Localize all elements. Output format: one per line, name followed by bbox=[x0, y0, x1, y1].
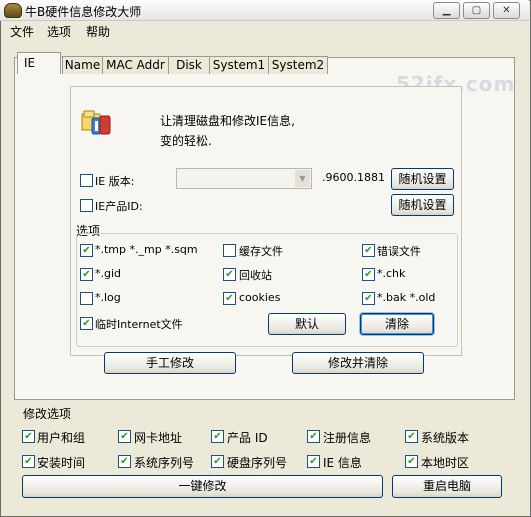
tab-disk[interactable]: Disk bbox=[168, 56, 210, 74]
option-checkbox[interactable]: ✔ bbox=[80, 268, 93, 281]
menu-options[interactable]: 选项 bbox=[47, 23, 71, 40]
modify-checkbox[interactable]: ✔ bbox=[118, 430, 131, 443]
modify-checkbox[interactable]: ✔ bbox=[307, 430, 320, 443]
modify-option-label: 用户和组 bbox=[37, 431, 86, 445]
option-label: *.log bbox=[95, 291, 121, 304]
menu-help[interactable]: 帮助 bbox=[86, 23, 110, 40]
close-button[interactable]: ✕ bbox=[493, 2, 520, 19]
modify-checkbox[interactable]: ✔ bbox=[307, 455, 320, 468]
tab-system1[interactable]: System1 bbox=[209, 56, 269, 74]
tab-ie[interactable]: IE bbox=[17, 52, 61, 74]
option-label: *.gid bbox=[95, 267, 122, 280]
option-checkbox[interactable]: ✔ bbox=[362, 244, 375, 257]
ie-version-label: IE 版本: bbox=[95, 175, 135, 188]
modify-options-label: 修改选项 bbox=[23, 407, 72, 421]
modify-checkbox[interactable]: ✔ bbox=[405, 455, 418, 468]
modify-and-clear-button[interactable]: 修改并清除 bbox=[292, 352, 424, 374]
restart-computer-button[interactable]: 重启电脑 bbox=[392, 475, 502, 498]
minimize-button[interactable]: ▁ bbox=[433, 2, 460, 19]
title-bar[interactable]: 牛B硬件信息修改大师 ▁ ▢ ✕ bbox=[0, 0, 529, 21]
modify-option-label: 系统版本 bbox=[421, 431, 470, 445]
option-label: 错误文件 bbox=[377, 245, 421, 258]
option-label: cookies bbox=[239, 291, 281, 304]
one-click-modify-button[interactable]: 一键修改 bbox=[22, 475, 383, 498]
option-label: 临时Internet文件 bbox=[95, 318, 183, 331]
option-label: *.chk bbox=[377, 267, 406, 280]
chevron-down-icon[interactable]: ▼ bbox=[295, 170, 310, 187]
modify-checkbox[interactable]: ✔ bbox=[405, 430, 418, 443]
cow-app-icon bbox=[4, 3, 22, 18]
modify-option-label: 网卡地址 bbox=[134, 431, 183, 445]
random-version-button[interactable]: 随机设置 bbox=[391, 168, 454, 190]
option-checkbox[interactable]: ✔ bbox=[80, 244, 93, 257]
modify-option-label: 安装时间 bbox=[37, 456, 86, 470]
modify-option-label: IE 信息 bbox=[323, 456, 362, 470]
modify-checkbox[interactable]: ✔ bbox=[211, 455, 224, 468]
option-label: *.bak *.old bbox=[377, 291, 436, 304]
modify-option-label: 本地时区 bbox=[421, 456, 470, 470]
modify-option-label: 产品 ID bbox=[227, 431, 268, 445]
ie-version-combo[interactable]: ▼ bbox=[176, 168, 312, 189]
tab-name[interactable]: Name bbox=[62, 56, 103, 74]
option-label: 缓存文件 bbox=[239, 245, 283, 258]
tab-system2[interactable]: System2 bbox=[268, 56, 328, 74]
modify-checkbox[interactable]: ✔ bbox=[211, 430, 224, 443]
option-checkbox[interactable]: ✔ bbox=[223, 292, 236, 305]
menu-file[interactable]: 文件 bbox=[10, 23, 34, 40]
modify-option-label: 系统序列号 bbox=[134, 456, 195, 470]
option-checkbox[interactable]: ✔ bbox=[223, 268, 236, 281]
modify-checkbox[interactable]: ✔ bbox=[118, 455, 131, 468]
modify-checkbox[interactable]: ✔ bbox=[22, 430, 35, 443]
ie-product-checkbox[interactable] bbox=[80, 199, 93, 212]
ie-version-value: .9600.1881 bbox=[322, 171, 385, 184]
option-checkbox[interactable]: ✔ bbox=[362, 292, 375, 305]
option-checkbox[interactable]: ✔ bbox=[362, 268, 375, 281]
manual-modify-button[interactable]: 手工修改 bbox=[104, 352, 236, 374]
default-button[interactable]: 默认 bbox=[268, 313, 346, 335]
modify-checkbox[interactable]: ✔ bbox=[22, 455, 35, 468]
tab-mac-addr[interactable]: MAC Addr bbox=[102, 56, 169, 74]
option-checkbox[interactable] bbox=[223, 244, 236, 257]
option-label: *.tmp *._mp *.sqm bbox=[95, 243, 198, 256]
maximize-button[interactable]: ▢ bbox=[463, 2, 490, 19]
option-label: 回收站 bbox=[239, 269, 272, 282]
modify-option-label: 注册信息 bbox=[323, 431, 372, 445]
random-product-button[interactable]: 随机设置 bbox=[391, 194, 454, 216]
option-checkbox[interactable] bbox=[80, 292, 93, 305]
settings-tools-icon bbox=[81, 110, 111, 135]
description-line1: 让清理磁盘和修改IE信息, bbox=[160, 114, 295, 128]
modify-option-label: 硬盘序列号 bbox=[227, 456, 288, 470]
ie-version-checkbox[interactable] bbox=[80, 174, 93, 187]
option-checkbox[interactable]: ✔ bbox=[80, 317, 93, 330]
ie-product-label: IE产品ID: bbox=[95, 200, 143, 213]
description-line2: 变的轻松. bbox=[160, 134, 212, 148]
menu-bar: 文件 选项 帮助 bbox=[0, 21, 529, 39]
window-title: 牛B硬件信息修改大师 bbox=[25, 5, 142, 19]
clear-button[interactable]: 清除 bbox=[360, 313, 434, 335]
